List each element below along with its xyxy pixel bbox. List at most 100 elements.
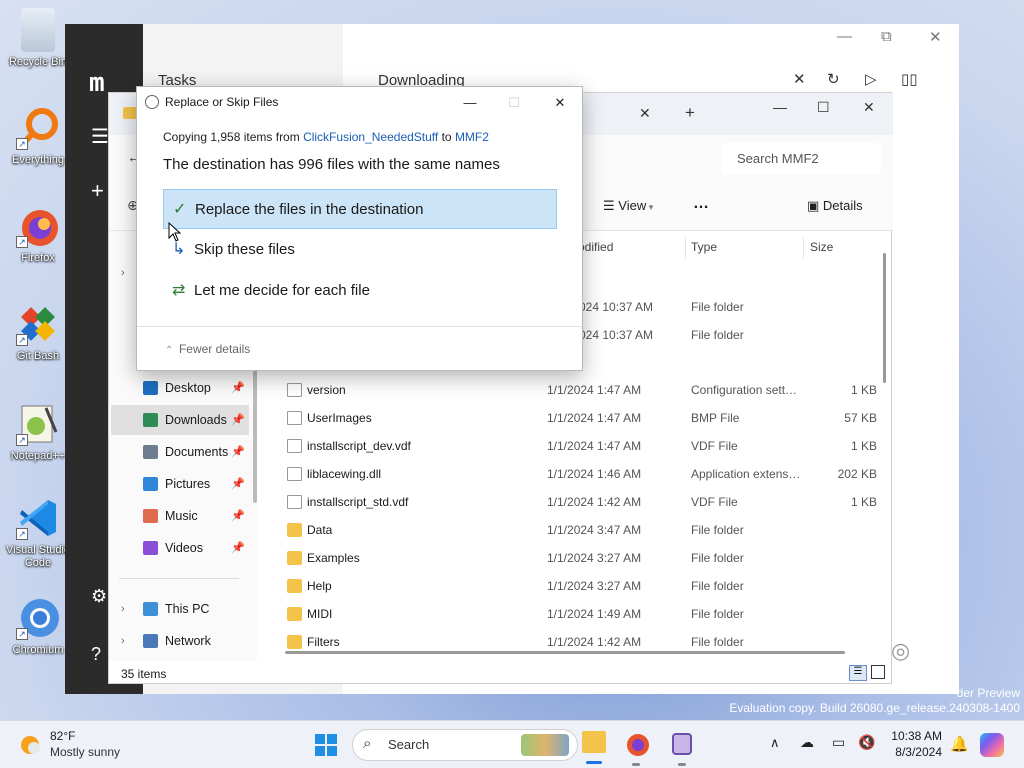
chevron-right-icon[interactable]: › xyxy=(121,267,125,279)
row-date: 1/1/2024 3:27 AM xyxy=(547,579,642,593)
desktop-icon-everything[interactable]: ↗ Everything xyxy=(4,106,72,167)
table-row[interactable]: installscript_std.vdf 1/1/2024 1:42 AM VDF… xyxy=(281,488,881,516)
close-button[interactable]: ✕ xyxy=(929,28,942,46)
row-date: 1/1/2024 1:47 AM xyxy=(547,383,642,397)
minimize-button[interactable]: — xyxy=(447,89,493,117)
notification-bell-icon[interactable]: 🔔 xyxy=(950,735,969,753)
close-icon[interactable]: ✕ xyxy=(793,70,806,88)
nav-item-music[interactable]: Music 📌 xyxy=(111,501,249,531)
network-icon xyxy=(143,634,158,648)
search-highlight-image xyxy=(521,734,569,756)
pin-icon[interactable]: 📌 xyxy=(231,405,245,435)
fewer-details-toggle[interactable]: ⌃ Fewer details xyxy=(165,342,250,356)
display-icon[interactable]: ▭ xyxy=(832,734,845,751)
table-row[interactable]: installscript_dev.vdf 1/1/2024 1:47 AM VDF… xyxy=(281,432,881,460)
close-button[interactable]: ✕ xyxy=(537,89,583,117)
source-folder-link[interactable]: ClickFusion_NeededStuff xyxy=(303,130,438,144)
nav-item-label: Desktop xyxy=(165,381,211,395)
pin-icon[interactable]: 📌 xyxy=(231,469,245,499)
desktop-icon-firefox[interactable]: ↗ Firefox xyxy=(4,204,72,265)
desktop-icon-recycle-bin[interactable]: Recycle Bin xyxy=(4,8,72,69)
nav-item-pictures[interactable]: Pictures 📌 xyxy=(111,469,249,499)
refresh-icon[interactable]: ↻ xyxy=(827,70,840,88)
column-header-date-modified[interactable]: odified xyxy=(578,240,613,254)
desktop-icon-git-bash[interactable]: ↗ Git Bash xyxy=(4,302,72,363)
cloud-offline-icon[interactable]: ☁ xyxy=(800,734,814,751)
column-header-size[interactable]: Size xyxy=(810,240,833,254)
desktop-icon-chromium[interactable]: ↗ Chromium xyxy=(4,596,72,657)
close-button[interactable]: ✕ xyxy=(863,99,875,116)
row-type: File folder xyxy=(691,551,744,565)
new-tab-icon[interactable]: + xyxy=(685,103,695,123)
maximize-button[interactable]: ⧉ xyxy=(881,28,892,45)
table-row[interactable]: Data 1/1/2024 3:47 AM File folder xyxy=(281,516,881,544)
table-row[interactable]: UserImages 1/1/2024 1:47 AM BMP File 57 KB xyxy=(281,404,881,432)
pictures-icon xyxy=(143,477,158,491)
tiles-view-icon[interactable] xyxy=(871,665,885,679)
play-icon[interactable]: ▷ xyxy=(865,70,877,88)
nav-item-downloads[interactable]: Downloads 📌 xyxy=(111,405,249,435)
nav-item-network[interactable]: › Network xyxy=(111,626,249,656)
row-date: 1/1/2024 1:47 AM xyxy=(547,411,642,425)
menu-icon[interactable]: ☰ xyxy=(91,124,109,149)
table-row[interactable]: liblacewing.dll 1/1/2024 1:46 AM Applicati… xyxy=(281,460,881,488)
replace-files-option[interactable]: ✓ Replace the files in the destination xyxy=(163,189,557,229)
table-row[interactable]: Examples 1/1/2024 3:27 AM File folder xyxy=(281,544,881,572)
folder-icon xyxy=(287,607,302,621)
row-name: Data xyxy=(307,523,333,537)
pin-icon[interactable]: 📌 xyxy=(231,533,245,563)
watermark-line-2: Evaluation copy. Build 26080.ge_release.… xyxy=(729,701,1020,715)
minimize-button[interactable]: — xyxy=(773,99,787,115)
skip-files-option[interactable]: ↳ Skip these files xyxy=(163,230,557,270)
vertical-scrollbar[interactable] xyxy=(883,253,886,383)
clock-date[interactable]: 8/3/2024 xyxy=(888,745,942,759)
recycle-bin-icon xyxy=(21,8,55,52)
pin-icon[interactable]: 📌 xyxy=(231,437,245,467)
nav-item-desktop[interactable]: Desktop 📌 xyxy=(111,373,249,403)
destination-folder-link[interactable]: MMF2 xyxy=(455,130,489,144)
volume-muted-icon[interactable]: 🔇 xyxy=(858,734,875,751)
downloader-taskbar-icon[interactable] xyxy=(672,733,692,755)
watermark-line-1: der Preview xyxy=(956,686,1020,700)
copilot-icon[interactable] xyxy=(980,733,1004,757)
nav-item-videos[interactable]: Videos 📌 xyxy=(111,533,249,563)
start-button[interactable] xyxy=(314,733,338,757)
details-button[interactable]: ▣ Details xyxy=(807,198,863,214)
minimize-button[interactable]: — xyxy=(837,28,852,45)
chevron-right-icon: › xyxy=(121,603,125,615)
table-row[interactable]: MIDI 1/1/2024 1:49 AM File folder xyxy=(281,600,881,628)
chevron-down-icon: ▾ xyxy=(646,202,654,212)
file-explorer-taskbar-icon[interactable] xyxy=(582,731,606,753)
desktop-icon-vscode[interactable]: ↗ Visual Studio Code xyxy=(4,496,72,570)
firefox-taskbar-icon[interactable] xyxy=(626,733,650,757)
pause-icon[interactable]: ▯▯ xyxy=(901,70,918,88)
row-name: Help xyxy=(307,579,332,593)
nav-item-label: Network xyxy=(165,634,211,648)
clock-time[interactable]: 10:38 AM xyxy=(888,729,942,743)
close-tab-icon[interactable]: ✕ xyxy=(639,105,651,122)
desktop-icon-notepad-plus-plus[interactable]: ↗ Notepad++ xyxy=(4,402,72,463)
view-button[interactable]: ☰ View ▾ xyxy=(603,198,653,214)
column-header-type[interactable]: Type xyxy=(691,240,717,254)
pin-icon[interactable]: 📌 xyxy=(231,373,245,403)
more-options-button[interactable]: … xyxy=(693,195,709,213)
taskbar-search[interactable]: ⌕ Search xyxy=(352,729,578,761)
settings-sliders-icon[interactable]: ⚙ xyxy=(91,586,107,607)
details-view-icon[interactable]: ☰ xyxy=(849,665,867,681)
horizontal-scrollbar[interactable] xyxy=(285,651,845,654)
nav-item-documents[interactable]: Documents 📌 xyxy=(111,437,249,467)
nav-item-label: Documents xyxy=(165,445,229,459)
chevron-up-icon[interactable]: ∧ xyxy=(770,735,780,751)
speed-gauge-icon[interactable]: ◎ xyxy=(891,638,910,664)
download-icon xyxy=(143,413,158,427)
help-icon[interactable]: ? xyxy=(91,644,101,665)
table-row[interactable]: version 1/1/2024 1:47 AM Configuration set… xyxy=(281,376,881,404)
search-input[interactable]: Search MMF2 xyxy=(721,143,881,175)
decide-each-file-option[interactable]: ⇄ Let me decide for each file xyxy=(163,271,557,311)
vscode-icon: ↗ xyxy=(16,496,60,540)
table-row[interactable]: Help 1/1/2024 3:27 AM File folder xyxy=(281,572,881,600)
nav-item-this-pc[interactable]: › This PC xyxy=(111,594,249,624)
maximize-button[interactable]: ☐ xyxy=(817,99,830,116)
pin-icon[interactable]: 📌 xyxy=(231,501,245,531)
add-icon[interactable]: + xyxy=(91,178,104,204)
